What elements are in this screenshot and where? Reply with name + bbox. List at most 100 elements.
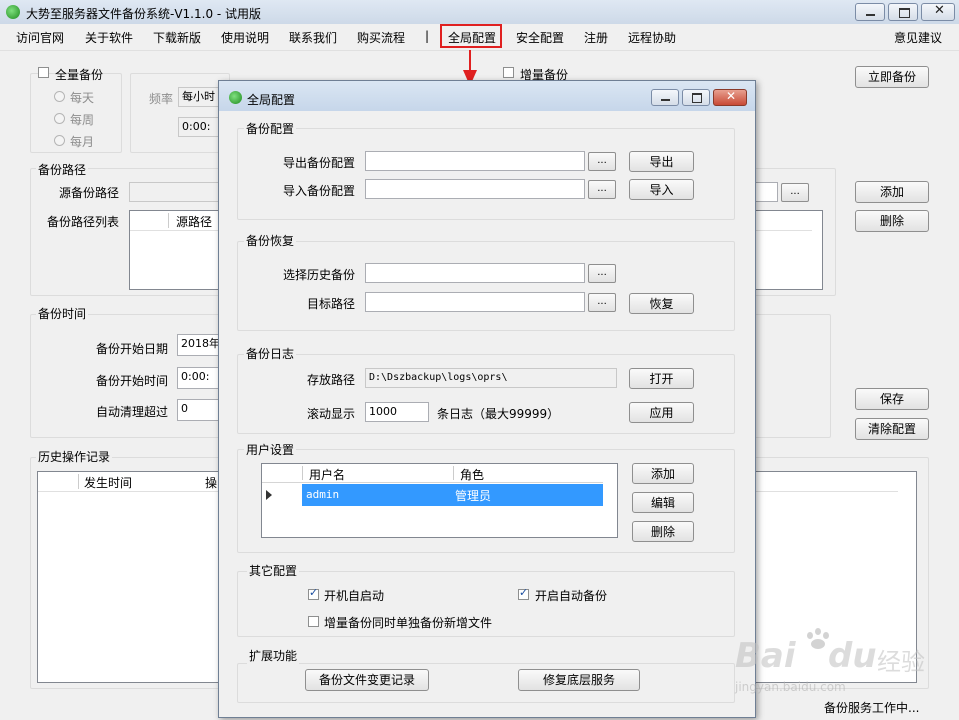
- minimize-icon: [866, 14, 875, 16]
- watermark-brand2: du: [828, 636, 877, 676]
- full-backup-checkbox[interactable]: [38, 67, 49, 78]
- open-log-button[interactable]: 打开: [629, 368, 694, 389]
- paw-pad: [811, 639, 825, 649]
- row-selection-highlight: [302, 484, 603, 506]
- menu-visit-site[interactable]: 访问官网: [16, 29, 64, 46]
- delete-user-button[interactable]: 删除: [632, 521, 694, 542]
- watermark-cn: 经验: [877, 648, 925, 676]
- dialog-title: 全局配置: [247, 93, 296, 107]
- close-button[interactable]: ✕: [921, 3, 955, 21]
- change-log-button[interactable]: 备份文件变更记录: [305, 669, 429, 691]
- history-backup-input[interactable]: [365, 263, 585, 283]
- scroll-display-suffix: 条日志（最大99999）: [437, 407, 560, 421]
- import-config-label: 导入备份配置: [283, 184, 356, 198]
- menu-global-config[interactable]: 全局配置: [448, 29, 496, 46]
- daily-label: 每天: [70, 91, 95, 105]
- auto-backup-checkbox[interactable]: [518, 586, 529, 600]
- history-header-divider: [78, 474, 79, 489]
- export-browse-button[interactable]: ...: [588, 152, 616, 171]
- backup-config-group: [237, 128, 735, 220]
- source-path-label: 源备份路径: [59, 186, 120, 200]
- export-config-label: 导出备份配置: [283, 156, 356, 170]
- menu-about[interactable]: 关于软件: [85, 29, 133, 46]
- log-path-input[interactable]: D:\Dszbackup\logs\oprs\: [365, 368, 617, 388]
- paw-dot-1: [807, 632, 813, 639]
- start-date-label: 备份开始日期: [96, 342, 169, 356]
- backup-time-title: 备份时间: [36, 305, 89, 322]
- global-config-dialog: 全局配置 ✕ 备份配置 导出备份配置 ... 导出 导入备份配置 ... 导入 …: [218, 80, 756, 718]
- separate-new-files-checkbox[interactable]: [308, 616, 319, 627]
- username-cell: admin: [306, 488, 340, 501]
- restore-title: 备份恢复: [244, 232, 297, 249]
- log-title: 备份日志: [244, 345, 297, 362]
- separate-new-files-label: 增量备份同时单独备份新增文件: [324, 616, 493, 630]
- clear-config-button[interactable]: 清除配置: [855, 418, 929, 440]
- target-path-browse-button[interactable]: ...: [588, 293, 616, 312]
- export-config-input[interactable]: [365, 151, 585, 171]
- monthly-radio[interactable]: [54, 135, 65, 146]
- auto-clean-input[interactable]: 0: [177, 399, 222, 421]
- scroll-display-label: 滚动显示: [307, 407, 356, 421]
- log-path-label: 存放路径: [307, 373, 356, 387]
- dialog-maximize-button[interactable]: [682, 89, 710, 106]
- arrow-annotation: [469, 50, 471, 72]
- delete-path-button[interactable]: 删除: [855, 210, 929, 232]
- maximize-icon: [899, 8, 910, 18]
- frequency-label: 频率: [149, 92, 174, 106]
- autostart-checkbox[interactable]: [308, 586, 319, 600]
- restore-button[interactable]: 恢复: [629, 293, 694, 314]
- add-user-button[interactable]: 添加: [632, 463, 694, 484]
- weekly-radio[interactable]: [54, 113, 65, 124]
- header-divider: [168, 213, 169, 228]
- incremental-backup-checkbox[interactable]: [503, 67, 514, 78]
- history-backup-browse-button[interactable]: ...: [588, 264, 616, 283]
- full-backup-time-input[interactable]: 0:00:: [178, 117, 223, 137]
- import-browse-button[interactable]: ...: [588, 180, 616, 199]
- auto-clean-label: 自动清理超过: [96, 405, 169, 419]
- menu-contact[interactable]: 联系我们: [289, 29, 337, 46]
- minimize-button[interactable]: [855, 3, 885, 21]
- start-date-input[interactable]: 2018年: [177, 334, 222, 356]
- apply-button[interactable]: 应用: [629, 402, 694, 423]
- edit-user-button[interactable]: 编辑: [632, 492, 694, 513]
- menu-remote-assist[interactable]: 远程协助: [628, 29, 676, 46]
- export-button[interactable]: 导出: [629, 151, 694, 172]
- repair-service-button[interactable]: 修复底层服务: [518, 669, 640, 691]
- dialog-minimize-button[interactable]: [651, 89, 679, 106]
- frequency-select[interactable]: 每小时: [178, 87, 223, 107]
- user-table[interactable]: 用户名 角色 admin 管理员: [261, 463, 618, 538]
- maximize-button[interactable]: [888, 3, 918, 21]
- row-selector-icon: [266, 490, 272, 500]
- import-button[interactable]: 导入: [629, 179, 694, 200]
- menu-security-config[interactable]: 安全配置: [516, 29, 564, 46]
- backup-now-button[interactable]: 立即备份: [855, 66, 929, 88]
- other-config-title: 其它配置: [247, 562, 300, 579]
- dialog-close-button[interactable]: ✕: [713, 89, 747, 106]
- menu-feedback[interactable]: 意见建议: [894, 29, 942, 46]
- source-path-input-right[interactable]: [754, 182, 778, 202]
- start-time-input[interactable]: 0:00:: [177, 367, 222, 389]
- dialog-title-bar: 全局配置 ✕: [219, 81, 755, 111]
- scroll-display-input[interactable]: 1000: [365, 402, 429, 422]
- source-path-browse-button[interactable]: ...: [781, 183, 809, 202]
- table-row[interactable]: admin 管理员: [262, 484, 603, 506]
- target-path-label: 目标路径: [307, 297, 356, 311]
- menu-register[interactable]: 注册: [584, 29, 608, 46]
- menu-separator: |: [425, 29, 430, 43]
- target-path-input[interactable]: [365, 292, 585, 312]
- restore-group: [237, 241, 735, 331]
- dialog-maximize-icon: [692, 93, 702, 103]
- daily-radio[interactable]: [54, 91, 65, 102]
- save-button[interactable]: 保存: [855, 388, 929, 410]
- menu-download[interactable]: 下载新版: [153, 29, 201, 46]
- backup-path-title: 备份路径: [36, 161, 89, 178]
- add-path-button[interactable]: 添加: [855, 181, 929, 203]
- menu-instructions[interactable]: 使用说明: [221, 29, 269, 46]
- source-path-input[interactable]: [129, 182, 229, 202]
- path-list-header: 源路径: [130, 211, 218, 231]
- close-icon: ✕: [934, 3, 945, 18]
- import-config-input[interactable]: [365, 179, 585, 199]
- menu-purchase[interactable]: 购买流程: [357, 29, 405, 46]
- backup-config-title: 备份配置: [244, 120, 297, 137]
- role-cell: 管理员: [455, 489, 492, 503]
